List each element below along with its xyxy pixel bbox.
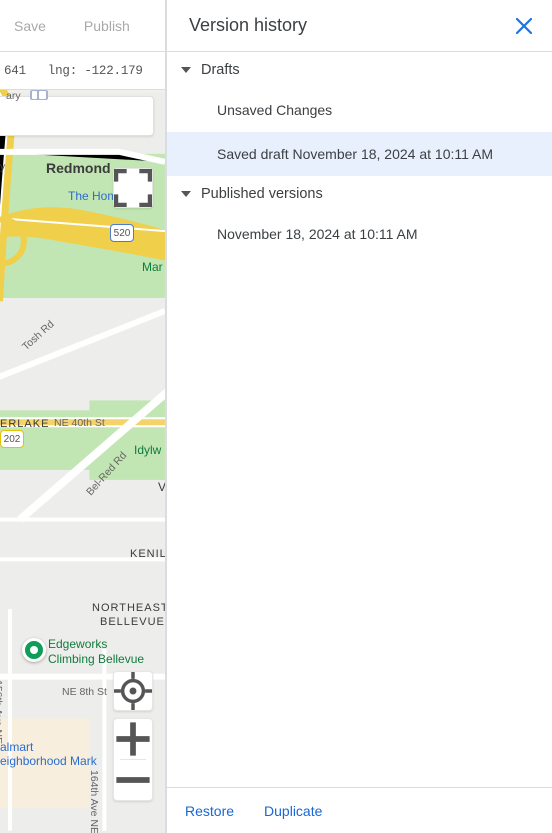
plus-icon (114, 719, 152, 759)
duplicate-button[interactable]: Duplicate (264, 803, 322, 819)
fullscreen-button[interactable] (113, 168, 153, 208)
zoom-control (113, 718, 153, 801)
restore-button[interactable]: Restore (185, 803, 234, 819)
map-search-input[interactable] (0, 96, 154, 136)
lng-value: -122.179 (84, 64, 142, 78)
coordinate-bar: 641 lng: -122.179 (0, 52, 165, 90)
section-published[interactable]: Published versions (167, 176, 552, 212)
minus-icon (114, 760, 152, 800)
section-label: Drafts (201, 62, 240, 78)
chevron-down-icon (181, 191, 191, 197)
section-label: Published versions (201, 186, 323, 202)
locate-icon (114, 672, 152, 710)
version-list: Drafts Unsaved Changes Saved draft Novem… (167, 52, 552, 787)
shield-202: 202 (0, 430, 24, 448)
lat-value: 641 (4, 64, 26, 78)
section-drafts[interactable]: Drafts (167, 52, 552, 88)
toolbar: Save Publish (0, 0, 165, 52)
chevron-down-icon (181, 67, 191, 73)
map[interactable]: ary Redmond y The Home Dep Mar Tosh Rd E… (0, 90, 165, 833)
close-button[interactable] (512, 14, 536, 38)
panel-footer: Restore Duplicate (167, 787, 552, 833)
publish-button[interactable]: Publish (74, 12, 140, 40)
zoom-out-button[interactable] (114, 760, 152, 800)
panel-title: Version history (189, 15, 307, 36)
save-button[interactable]: Save (4, 12, 56, 40)
panel-header: Version history (167, 0, 552, 52)
zoom-in-button[interactable] (114, 719, 152, 759)
draft-unsaved[interactable]: Unsaved Changes (167, 88, 552, 132)
close-icon (514, 16, 534, 36)
poi-marker-edgeworks[interactable] (22, 638, 46, 662)
fullscreen-icon (114, 169, 152, 207)
locate-button[interactable] (113, 671, 153, 711)
draft-saved[interactable]: Saved draft November 18, 2024 at 10:11 A… (167, 132, 552, 176)
library-icon (30, 90, 48, 100)
shield-520: 520 (110, 224, 134, 242)
published-version[interactable]: November 18, 2024 at 10:11 AM (167, 212, 552, 256)
